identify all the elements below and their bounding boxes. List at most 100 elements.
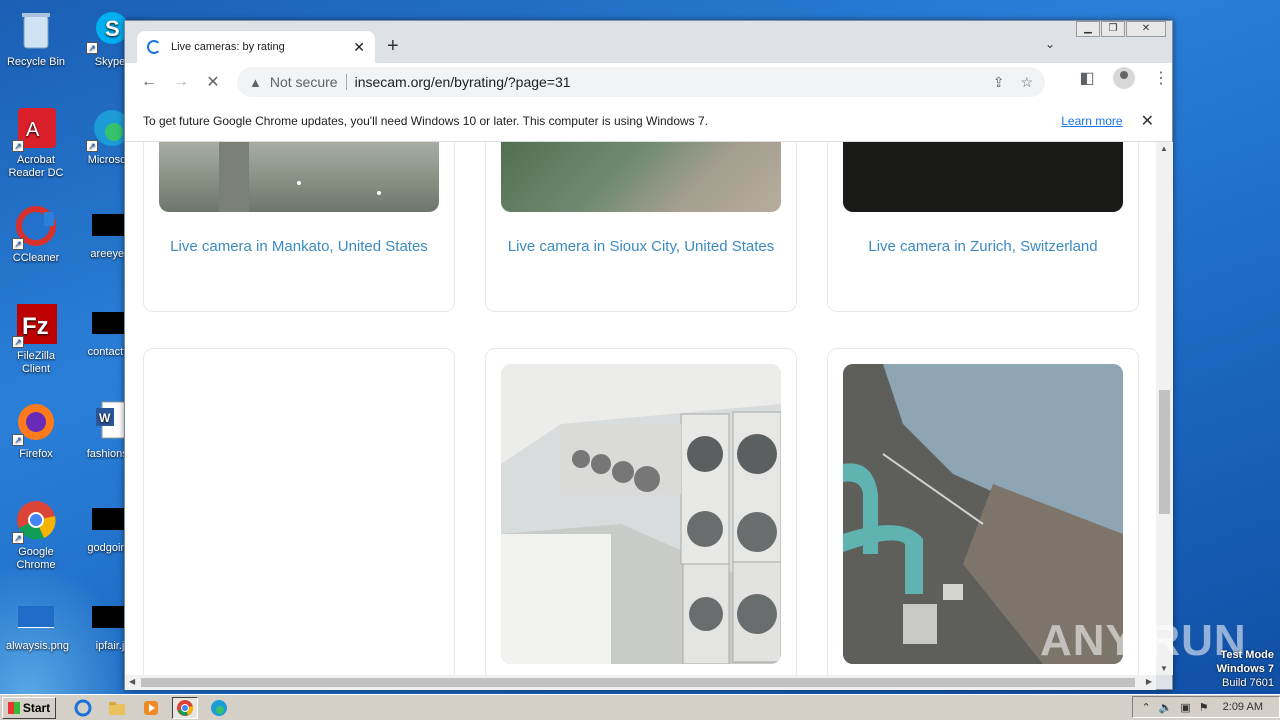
- ccleaner-icon: ↗: [12, 204, 58, 250]
- address-divider: [345, 74, 347, 90]
- test-mode-label: Test Mode: [1220, 649, 1274, 661]
- desktop-icon-filezilla[interactable]: Fz ↗ FileZilla Client: [6, 302, 66, 376]
- desktop-icon-alwaysis[interactable]: alwaysis.png: [6, 596, 69, 653]
- profile-avatar-icon[interactable]: [1113, 67, 1135, 89]
- camera-thumbnail-zurich[interactable]: [843, 142, 1123, 212]
- file-thumbnail-icon: [92, 312, 128, 334]
- volume-icon[interactable]: 🔈: [1159, 701, 1173, 714]
- os-label: Windows 7: [1216, 663, 1274, 675]
- back-arrow-icon[interactable]: ←: [133, 73, 165, 91]
- start-label: Start: [22, 700, 51, 715]
- address-bar[interactable]: ▲ Not secure insecam.org/en/byrating/?pa…: [237, 67, 1045, 97]
- desktop-icon-label: Google Chrome: [16, 546, 56, 571]
- clock[interactable]: 2:09 AM: [1223, 701, 1263, 713]
- camera-thumbnail-mankato[interactable]: [159, 142, 439, 212]
- desktop-icon-label: alwaysis.png: [6, 640, 69, 652]
- taskbar: Start ⌃ 🔈 ▣ ⚑ 2:09 AM: [0, 694, 1280, 720]
- tab-close-icon[interactable]: ✕: [353, 39, 365, 56]
- new-tab-button[interactable]: +: [387, 35, 399, 58]
- minimize-button[interactable]: ▁: [1076, 21, 1100, 37]
- not-secure-label[interactable]: Not secure: [270, 74, 338, 90]
- tab-search-chevron-icon[interactable]: ⌄: [1045, 37, 1055, 51]
- stop-loading-icon[interactable]: ✕: [197, 72, 229, 92]
- learn-more-link[interactable]: Learn more: [1061, 114, 1122, 128]
- chrome-window: Live cameras: by rating ✕ + ⌄ ▁ ❐ ✕ ← → …: [124, 20, 1173, 690]
- file-thumbnail-icon: [92, 508, 128, 530]
- taskbar-media-player-icon[interactable]: [138, 697, 164, 719]
- camera-card[interactable]: Live camera in Mankato, United States: [143, 142, 455, 312]
- url-text[interactable]: insecam.org/en/byrating/?page=31: [355, 74, 977, 90]
- desktop-icon-recycle-bin[interactable]: Recycle Bin: [6, 8, 66, 69]
- close-window-button[interactable]: ✕: [1126, 21, 1166, 37]
- windows-flag-icon: [7, 701, 20, 714]
- share-icon[interactable]: ⇪: [993, 74, 1005, 91]
- tray-expand-icon[interactable]: ⌃: [1141, 701, 1150, 714]
- svg-text:S: S: [105, 16, 120, 41]
- chrome-icon: ↗: [12, 498, 58, 544]
- desktop-icon-label: Firefox: [19, 448, 53, 460]
- menu-kebab-icon[interactable]: ⋮: [1145, 68, 1177, 88]
- action-center-flag-icon[interactable]: ⚑: [1199, 701, 1209, 714]
- vertical-scrollbar[interactable]: ▲ ▼: [1156, 142, 1173, 675]
- camera-card[interactable]: Live camera in Sioux City, United States: [485, 142, 797, 312]
- image-file-icon: [18, 606, 54, 628]
- update-infobar: To get future Google Chrome updates, you…: [125, 101, 1172, 142]
- camera-caption-link[interactable]: Live camera in Sioux City, United States: [486, 238, 796, 255]
- horizontal-scroll-thumb[interactable]: [141, 678, 1135, 687]
- svg-text:Fz: Fz: [22, 313, 49, 340]
- tab-strip: Live cameras: by rating ✕ + ⌄ ▁ ❐ ✕: [125, 21, 1172, 63]
- scroll-right-arrow-icon[interactable]: ▶: [1146, 677, 1152, 686]
- camera-caption-link[interactable]: Live camera in Zurich, Switzerland: [828, 238, 1138, 255]
- file-thumbnail-icon: [92, 214, 128, 236]
- horizontal-scrollbar[interactable]: ◀ ▶: [125, 675, 1156, 690]
- tab-live-cameras[interactable]: Live cameras: by rating ✕: [137, 31, 375, 63]
- acrobat-icon: A ↗: [12, 106, 58, 152]
- test-mode-notice: Test Mode Windows 7 Build 7601: [1217, 648, 1274, 690]
- shortcut-arrow-icon: ↗: [12, 238, 24, 250]
- restore-button[interactable]: ❐: [1101, 21, 1125, 37]
- build-label: Build 7601: [1222, 677, 1274, 689]
- desktop-icon-ccleaner[interactable]: ↗ CCleaner: [6, 204, 66, 265]
- taskbar-ie-icon[interactable]: [70, 697, 96, 719]
- recycle-bin-icon: [14, 8, 58, 52]
- taskbar-chrome-icon[interactable]: [172, 696, 198, 719]
- network-icon[interactable]: ▣: [1180, 701, 1190, 714]
- desktop-icon-acrobat[interactable]: A ↗ Acrobat Reader DC: [6, 106, 66, 180]
- shortcut-arrow-icon: ↗: [12, 336, 24, 348]
- taskbar-explorer-icon[interactable]: [104, 697, 130, 719]
- file-thumbnail-icon: [92, 606, 128, 628]
- toolbar-right: ◧ ⋮: [1071, 67, 1177, 89]
- desktop-icon-label: Acrobat Reader DC: [8, 154, 64, 179]
- loading-spinner-icon: [147, 40, 161, 54]
- svg-text:A: A: [26, 119, 40, 141]
- shortcut-arrow-icon: ↗: [86, 42, 98, 54]
- vertical-scroll-thumb[interactable]: [1159, 390, 1170, 514]
- bookmark-star-icon[interactable]: ☆: [1020, 74, 1033, 91]
- camera-thumbnail-sioux-city[interactable]: [501, 142, 781, 212]
- desktop-icon-label: CCleaner: [12, 252, 60, 264]
- taskbar-edge-icon[interactable]: [206, 697, 232, 719]
- firefox-icon: ↗: [12, 400, 58, 446]
- camera-thumbnail-laundromat[interactable]: [501, 364, 781, 664]
- infobar-close-icon[interactable]: ✕: [1141, 111, 1154, 131]
- warning-triangle-icon[interactable]: ▲: [249, 75, 262, 90]
- window-controls: ▁ ❐ ✕: [1075, 21, 1166, 37]
- side-panel-icon[interactable]: ◧: [1071, 68, 1103, 88]
- desktop-icon-label: FileZilla Client: [17, 350, 55, 375]
- shortcut-arrow-icon: ↗: [86, 140, 98, 152]
- filezilla-icon: Fz ↗: [12, 302, 58, 348]
- start-button[interactable]: Start: [2, 696, 56, 719]
- desktop-icon-firefox[interactable]: ↗ Firefox: [6, 400, 66, 461]
- camera-caption-link[interactable]: Live camera in Mankato, United States: [144, 238, 454, 255]
- scroll-up-arrow-icon[interactable]: ▲: [1160, 144, 1168, 153]
- svg-text:W: W: [99, 411, 111, 425]
- shortcut-arrow-icon: ↗: [12, 434, 24, 446]
- camera-card[interactable]: Live camera in Zurich, Switzerland: [827, 142, 1139, 312]
- camera-card-empty[interactable]: [143, 348, 455, 675]
- scroll-left-arrow-icon[interactable]: ◀: [129, 677, 135, 686]
- shortcut-arrow-icon: ↗: [12, 532, 24, 544]
- page-viewport: Live camera in Mankato, United States Li…: [125, 142, 1156, 675]
- camera-card[interactable]: [485, 348, 797, 675]
- forward-arrow-icon[interactable]: →: [165, 73, 197, 91]
- desktop-icon-google-chrome[interactable]: ↗ Google Chrome: [6, 498, 66, 572]
